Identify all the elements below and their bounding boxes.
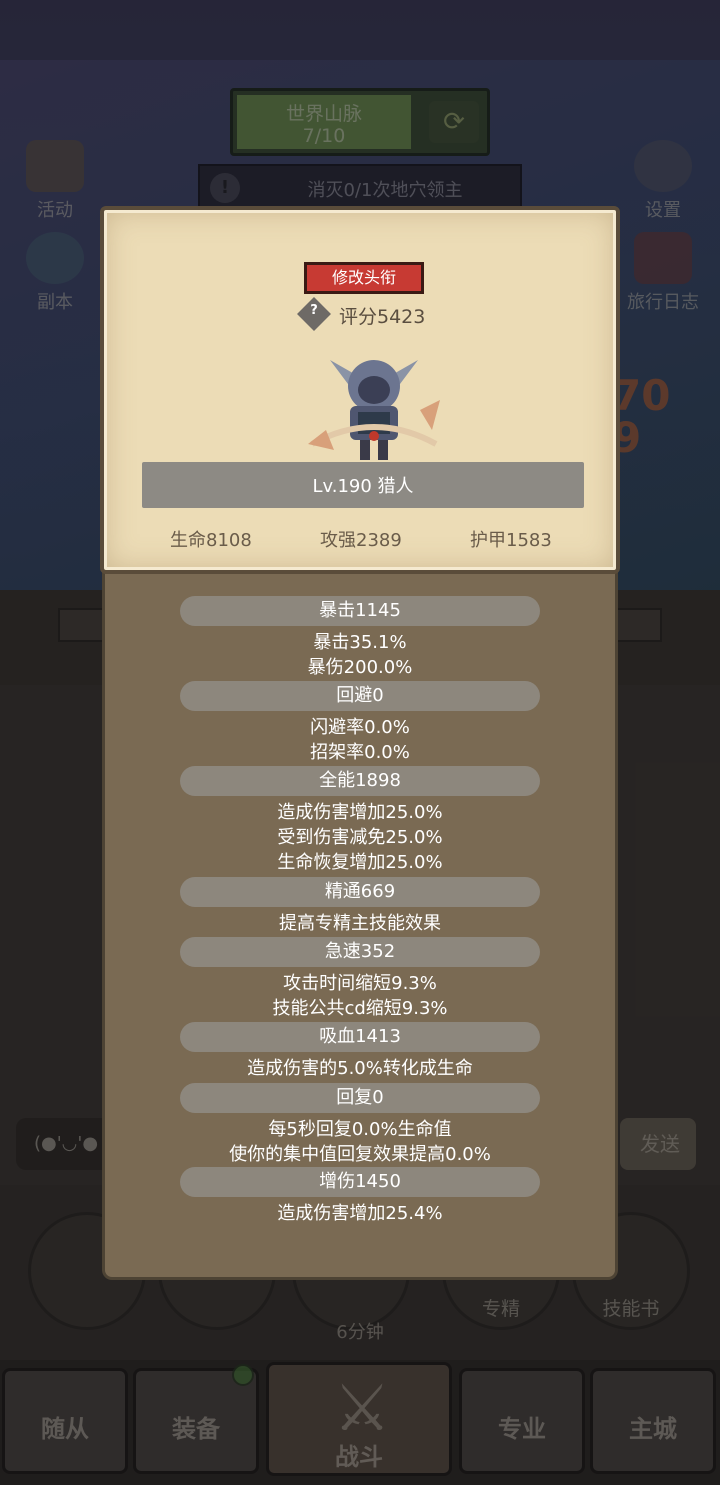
attr-header-haste: 急速352 [180,937,540,967]
hero-level-class: Lv.190 猎人 [312,476,414,497]
attr-header-damage-bonus: 增伤1450 [180,1167,540,1197]
attr-header-mastery: 精通669 [180,877,540,907]
character-card: 修改头衔 ? 评分5423 Lv.190 猎人 生命8108 攻强2389 护甲… [100,206,620,574]
attr-line: 造成伤害增加25.4% [277,1203,443,1224]
stat-attack-power: 攻强2389 [320,530,402,551]
rating-score: 评分5423 [339,306,426,328]
attr-line: 受到伤害减免25.0% [277,827,443,848]
help-icon-glyph: ? [310,303,318,318]
attr-line: 提高专精主技能效果 [279,913,441,934]
change-title-button[interactable]: 修改头衔 [304,262,424,294]
stat-armor: 护甲1583 [470,530,552,551]
attr-header-crit: 暴击1145 [180,596,540,626]
attr-header-avoidance: 回避0 [180,681,540,711]
attr-line: 攻击时间缩短9.3% [283,973,437,994]
attr-line: 招架率0.0% [310,742,410,763]
hunter-character-sprite [308,360,440,460]
attr-line: 造成伤害增加25.0% [277,802,443,823]
attr-header-regen: 回复0 [180,1083,540,1113]
hero-name-bar: Lv.190 猎人 [142,462,584,508]
attr-line: 造成伤害的5.0%转化成生命 [247,1058,473,1079]
attr-line: 暴伤200.0% [307,657,413,678]
attr-header-lifesteal: 吸血1413 [180,1022,540,1052]
attr-line: 技能公共cd缩短9.3% [272,998,448,1019]
attr-line: 每5秒回复0.0%生命值 [268,1119,452,1140]
attr-line: 闪避率0.0% [310,717,410,738]
attr-line: 生命恢复增加25.0% [277,852,443,873]
character-info-popup: 修改头衔 ? 评分5423 Lv.190 猎人 生命8108 攻强2389 护甲… [100,206,620,1280]
stat-hp: 生命8108 [170,530,252,551]
attr-line: 暴击35.1% [313,632,407,653]
attr-header-versatility: 全能1898 [180,766,540,796]
attr-line: 使你的集中值回复效果提高0.0% [229,1144,491,1165]
